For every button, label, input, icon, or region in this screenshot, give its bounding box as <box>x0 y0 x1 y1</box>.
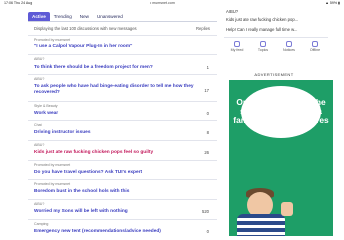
reply-count: 0 <box>206 111 209 116</box>
thread-row[interactable]: Promoted by mumsnet Do you have travel q… <box>28 160 217 179</box>
url-bar[interactable]: • mumsnet.com <box>150 1 175 5</box>
advert-text: One minute less in the shower could save… <box>233 97 329 134</box>
offline-button[interactable]: Offline <box>304 41 326 55</box>
battery-indicator: ▲ 59% ▮ <box>325 1 340 5</box>
replies-column-label: Replies <box>196 26 210 31</box>
thread-row[interactable]: AIBU? To ask people who have had binge-e… <box>28 74 217 101</box>
list-header: Displaying the last 100 discussions with… <box>34 26 216 34</box>
advertisement-label: ADVERTISEMENT <box>254 72 294 77</box>
reply-count: 17 <box>204 88 209 93</box>
topics-button[interactable]: Topics <box>252 41 274 55</box>
thread-row[interactable]: AIBU? Kids just ate raw fucking chicken … <box>28 140 217 160</box>
notices-label: Notices <box>283 48 295 52</box>
reply-count: 26 <box>204 150 209 155</box>
notices-button[interactable]: Notices <box>278 41 300 55</box>
thread-title[interactable]: Do you have travel questions? Ask TUI's … <box>34 170 194 176</box>
thread-category[interactable]: AIBU? <box>34 77 44 81</box>
thread-category[interactable]: Promoted by mumsnet <box>34 38 70 42</box>
sidebar-panel: AIBU? Kids just ate raw fucking chicken … <box>224 7 328 59</box>
thread-category[interactable]: AIBU? <box>34 202 44 206</box>
reply-count: 1 <box>206 65 209 70</box>
my-feed-button[interactable]: My feed <box>226 41 248 55</box>
thread-title[interactable]: Worried my Sons will be left with nothin… <box>34 209 194 215</box>
discussion-tabs: Active Trending New Unanswered <box>28 12 217 22</box>
boy-body-image <box>237 214 285 236</box>
sidebar-thread-link[interactable]: Kids just ate raw fucking chicken pop... <box>226 17 326 22</box>
advertisement-banner[interactable]: One minute less in the shower could save… <box>229 80 333 236</box>
thread-category[interactable]: Camping <box>34 222 48 226</box>
quick-actions: My feed Topics Notices Offline <box>226 41 326 55</box>
status-time: 17:06 Thu 24 Aug <box>4 1 33 5</box>
thread-title[interactable]: Driving instructor issues <box>34 130 194 136</box>
thread-title[interactable]: "I use a Calpol Vapour Plug-In in her ro… <box>34 44 194 50</box>
reply-count: 0 <box>206 229 209 234</box>
tab-trending[interactable]: Trending <box>50 12 76 21</box>
displaying-text: Displaying the last 100 discussions with… <box>34 26 137 31</box>
offline-label: Offline <box>309 48 321 52</box>
thread-category[interactable]: Style & Beauty <box>34 104 58 108</box>
status-bar: 17:06 Thu 24 Aug • mumsnet.com ▲ 59% ▮ <box>0 0 344 7</box>
my-feed-label: My feed <box>230 48 244 52</box>
thread-row[interactable]: AIBU? To think there should be a freedom… <box>28 54 217 74</box>
thread-title[interactable]: To think there should be a freedom proje… <box>34 65 194 71</box>
thread-category[interactable]: Chat <box>34 123 42 127</box>
thread-row[interactable]: Camping Emergency new tent (recommendati… <box>28 219 217 240</box>
thread-row[interactable]: Style & Beauty Work wear 0 <box>28 101 217 120</box>
notices-icon <box>286 41 292 47</box>
thread-title[interactable]: Kids just ate raw fucking chicken pops f… <box>34 150 194 156</box>
thread-title[interactable]: Emergency new tent (recommendations/advi… <box>34 229 194 235</box>
tab-new[interactable]: New <box>76 12 93 21</box>
thumbs-up-icon <box>281 202 293 216</box>
thread-row[interactable]: Promoted by mumsnet "I use a Calpol Vapo… <box>28 35 217 54</box>
reply-count: 520 <box>202 209 209 214</box>
sidebar-thread-link[interactable]: Help! Can I really manage full time w... <box>226 27 326 32</box>
tab-unanswered[interactable]: Unanswered <box>93 12 127 21</box>
offline-icon <box>312 41 318 47</box>
tab-active[interactable]: Active <box>28 12 50 21</box>
thread-row[interactable]: AIBU? Worried my Sons will be left with … <box>28 199 217 219</box>
thread-category[interactable]: AIBU? <box>34 57 44 61</box>
thread-title[interactable]: To ask people who have had binge-eating … <box>34 84 194 96</box>
sidebar-category[interactable]: AIBU? <box>226 9 326 14</box>
thread-category[interactable]: AIBU? <box>34 143 44 147</box>
topics-label: Topics <box>257 48 269 52</box>
sidebar-divider <box>224 37 328 38</box>
thread-row[interactable]: Promoted by mumsnet Boredom bust in the … <box>28 179 217 199</box>
thread-category[interactable]: Promoted by mumsnet <box>34 182 70 186</box>
thread-title[interactable]: Boredom bust in the school hols with thi… <box>34 189 194 195</box>
thread-list: Promoted by mumsnet "I use a Calpol Vapo… <box>28 35 217 240</box>
thread-title[interactable]: Work wear <box>34 111 194 117</box>
topics-icon <box>260 41 266 47</box>
thread-row[interactable]: Chat Driving instructor issues 8 <box>28 120 217 140</box>
thread-category[interactable]: Promoted by mumsnet <box>34 163 70 167</box>
reply-count: 8 <box>206 130 209 135</box>
feed-icon <box>234 41 240 47</box>
